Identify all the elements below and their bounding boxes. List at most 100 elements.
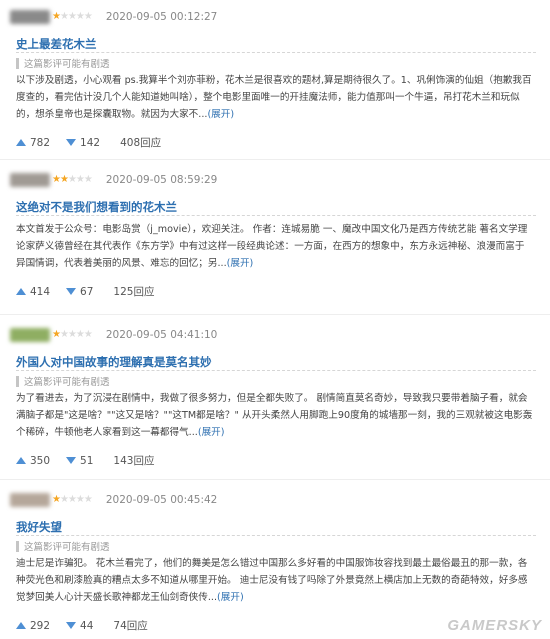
- reply-link[interactable]: 74回应: [113, 618, 147, 633]
- spoiler-warning: 这篇影评可能有剧透: [16, 56, 110, 70]
- arrow-down-icon: [66, 288, 77, 295]
- star-icon: ★: [59, 11, 69, 22]
- star-icon: ★: [52, 494, 61, 505]
- arrow-down-icon: [66, 457, 77, 464]
- avatar[interactable]: [10, 493, 50, 507]
- review-date: 2020-09-05 04:41:10: [105, 329, 218, 341]
- star-icon: ★: [75, 11, 85, 22]
- expand-link[interactable]: (展开): [198, 427, 225, 438]
- avatar[interactable]: [10, 173, 50, 187]
- review-date: 2020-09-05 08:59:29: [105, 174, 218, 186]
- star-icon: ★: [67, 494, 77, 505]
- spoiler-bar: [16, 375, 19, 387]
- review-body-text: 迪士尼是诈骗犯。 花木兰看完了，他们的舞美是怎么错过中国那么多好看的中国服饰妆容…: [16, 558, 528, 603]
- upvote-count: 350: [30, 454, 51, 467]
- review-meta: ★★★★★ 2020-09-05 04:41:10: [10, 324, 217, 346]
- spoiler-text: 这篇影评可能有剧透: [24, 59, 110, 70]
- review-body-text: 以下涉及剧透，小心观看 ps.我算半个刘亦菲粉，花木兰是很喜欢的题材,算是期待很…: [16, 75, 532, 120]
- divider: [16, 215, 536, 216]
- star-icon: ★: [59, 174, 69, 185]
- star-icon: ★: [75, 174, 85, 185]
- upvote-count: 414: [30, 285, 51, 298]
- spoiler-warning: 这篇影评可能有剧透: [16, 374, 110, 388]
- review-meta: ★★★★★ 2020-09-05 00:12:27: [10, 6, 217, 28]
- star-icon: ★: [52, 329, 61, 340]
- downvote-count: 44: [80, 619, 94, 632]
- review-meta: ★★★★★ 2020-09-05 00:45:42: [10, 489, 217, 511]
- downvote-count: 67: [80, 285, 94, 298]
- star-icon: ★: [59, 494, 69, 505]
- review-separator: [0, 479, 550, 480]
- star-icon: ★: [67, 174, 77, 185]
- review-separator: [0, 159, 550, 160]
- review-actions: 414 67 125回应: [16, 284, 154, 299]
- review-date: 2020-09-05 00:12:27: [105, 11, 218, 23]
- downvote-button[interactable]: 67: [66, 286, 93, 298]
- spoiler-bar: [16, 57, 19, 69]
- arrow-down-icon: [66, 139, 77, 146]
- review-separator: [0, 314, 550, 315]
- review-body-text: 本文首发于公众号：电影岛赏（j_movie），欢迎关注。 作者：连城易脆 一、魔…: [16, 224, 528, 269]
- expand-link[interactable]: (展开): [217, 592, 244, 603]
- downvote-button[interactable]: 44: [66, 620, 93, 632]
- rating-stars: ★★★★★: [52, 10, 93, 24]
- rating-stars: ★★★★★: [52, 173, 93, 187]
- star-icon: ★: [83, 494, 93, 505]
- star-icon: ★: [67, 11, 77, 22]
- expand-link[interactable]: (展开): [207, 109, 234, 120]
- review-actions: 782 142 408回应: [16, 135, 161, 150]
- downvote-button[interactable]: 51: [66, 455, 93, 467]
- spoiler-text: 这篇影评可能有剧透: [24, 377, 110, 388]
- arrow-up-icon: [16, 288, 26, 295]
- divider: [16, 535, 536, 536]
- review-actions: 292 44 74回应: [16, 618, 148, 633]
- review-body: 本文首发于公众号：电影岛赏（j_movie），欢迎关注。 作者：连城易脆 一、魔…: [16, 221, 534, 272]
- rating-stars: ★★★★★: [52, 493, 93, 507]
- star-icon: ★: [59, 329, 69, 340]
- reply-link[interactable]: 125回应: [113, 284, 154, 299]
- downvote-count: 51: [80, 454, 94, 467]
- spoiler-warning: 这篇影评可能有剧透: [16, 539, 110, 553]
- reply-link[interactable]: 143回应: [113, 453, 154, 468]
- gamersky-watermark: GAMERSKY: [447, 617, 542, 634]
- star-icon: ★: [52, 174, 61, 185]
- arrow-down-icon: [66, 622, 77, 629]
- upvote-button[interactable]: 414: [16, 286, 50, 298]
- upvote-button[interactable]: 782: [16, 137, 50, 149]
- downvote-button[interactable]: 142: [66, 137, 100, 149]
- reply-link[interactable]: 408回应: [120, 135, 161, 150]
- divider: [16, 370, 536, 371]
- spoiler-text: 这篇影评可能有剧透: [24, 542, 110, 553]
- star-icon: ★: [83, 11, 93, 22]
- divider: [16, 52, 536, 53]
- review-meta: ★★★★★ 2020-09-05 08:59:29: [10, 169, 217, 191]
- star-icon: ★: [83, 174, 93, 185]
- upvote-count: 782: [30, 136, 51, 149]
- star-icon: ★: [83, 329, 93, 340]
- avatar[interactable]: [10, 328, 50, 342]
- star-icon: ★: [75, 494, 85, 505]
- review-body: 迪士尼是诈骗犯。 花木兰看完了，他们的舞美是怎么错过中国那么多好看的中国服饰妆容…: [16, 555, 534, 606]
- review-date: 2020-09-05 00:45:42: [105, 494, 218, 506]
- review-title[interactable]: 外国人对中国故事的理解真是莫名其妙: [16, 354, 212, 370]
- star-icon: ★: [52, 11, 61, 22]
- expand-link[interactable]: (展开): [227, 258, 254, 269]
- star-icon: ★: [75, 329, 85, 340]
- arrow-up-icon: [16, 622, 26, 629]
- upvote-button[interactable]: 350: [16, 455, 50, 467]
- review-body: 以下涉及剧透，小心观看 ps.我算半个刘亦菲粉，花木兰是很喜欢的题材,算是期待很…: [16, 72, 534, 123]
- upvote-count: 292: [30, 619, 51, 632]
- star-icon: ★: [67, 329, 77, 340]
- review-body: 为了看进去，为了沉浸在剧情中，我做了很多努力，但是全都失败了。 剧情简直莫名奇妙…: [16, 390, 534, 441]
- spoiler-bar: [16, 540, 19, 552]
- review-title[interactable]: 史上最差花木兰: [16, 36, 97, 52]
- downvote-count: 142: [80, 136, 101, 149]
- review-title[interactable]: 这绝对不是我们想看到的花木兰: [16, 199, 177, 215]
- arrow-up-icon: [16, 457, 26, 464]
- rating-stars: ★★★★★: [52, 328, 93, 342]
- review-body-text: 为了看进去，为了沉浸在剧情中，我做了很多努力，但是全都失败了。 剧情简直莫名奇妙…: [16, 393, 533, 438]
- review-title[interactable]: 我好失望: [16, 519, 62, 535]
- arrow-up-icon: [16, 139, 26, 146]
- avatar[interactable]: [10, 10, 50, 24]
- upvote-button[interactable]: 292: [16, 620, 50, 632]
